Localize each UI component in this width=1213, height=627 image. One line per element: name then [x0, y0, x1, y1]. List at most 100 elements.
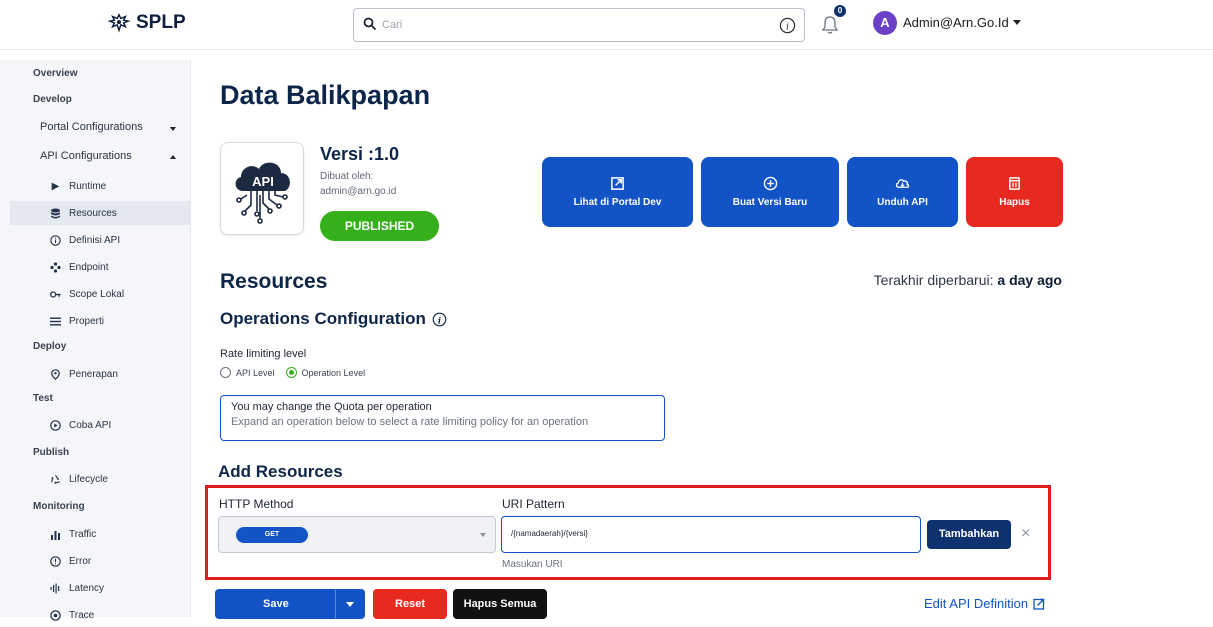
- sidebar-item-coba-api[interactable]: Coba API: [50, 413, 191, 437]
- sidebar-item-label: Definisi API: [69, 234, 121, 246]
- info-icon: [50, 234, 61, 246]
- sidebar-item-label: Runtime: [69, 180, 107, 192]
- uri-pattern-hint: Masukan URI: [502, 559, 563, 570]
- bar-chart-icon: [50, 529, 61, 540]
- svg-text:API: API: [252, 174, 274, 189]
- created-by-label: Dibuat oleh:: [320, 171, 374, 182]
- error-icon: [50, 555, 61, 567]
- new-version-button[interactable]: Buat Versi Baru: [701, 157, 839, 227]
- search-bar[interactable]: i: [353, 8, 805, 42]
- uri-pattern-input[interactable]: [511, 529, 911, 538]
- download-api-button[interactable]: Unduh API: [847, 157, 958, 227]
- sidebar-item-latency[interactable]: Latency: [50, 576, 191, 600]
- recycle-icon: [50, 474, 61, 485]
- page-title: Data Balikpapan: [220, 80, 431, 110]
- quota-info-line1: You may change the Quota per operation: [231, 401, 432, 413]
- api-cloud-icon: API: [235, 162, 290, 224]
- sidebar-item-label: Lifecycle: [69, 473, 108, 485]
- user-name: Admin@Arn.Go.Id: [903, 15, 1009, 30]
- sidebar-item-lifecycle[interactable]: Lifecycle: [50, 467, 191, 491]
- http-method-select[interactable]: GET: [218, 516, 496, 553]
- rate-limiting-radios: API Level Operation Level: [220, 367, 365, 378]
- sidebar-item-scope-lokal[interactable]: Scope Lokal: [50, 282, 191, 306]
- close-icon[interactable]: ×: [1021, 526, 1030, 542]
- status-badge: PUBLISHED: [320, 211, 439, 241]
- http-method-chip: GET: [236, 527, 308, 543]
- sidebar-item-traffic[interactable]: Traffic: [50, 522, 191, 546]
- chevron-down-icon: [1012, 20, 1021, 25]
- logo-text: SPLP: [136, 12, 186, 33]
- chevron-up-icon[interactable]: [170, 155, 176, 159]
- operations-config-title: Operations Configuration i: [220, 309, 447, 329]
- sidebar-item-label: Resources: [69, 207, 117, 219]
- resources-title: Resources: [220, 270, 328, 293]
- external-link-icon: [611, 177, 624, 190]
- cloud-download-icon: [895, 179, 910, 188]
- play-circle-icon: [50, 419, 61, 431]
- radio-operation-level-label: Operation Level: [301, 367, 366, 378]
- edit-api-definition-link[interactable]: Edit API Definition: [924, 596, 1045, 611]
- delete-button[interactable]: Hapus: [966, 157, 1063, 227]
- svg-text:i: i: [438, 315, 441, 325]
- sidebar-section-deploy: Deploy: [33, 341, 67, 352]
- search-input[interactable]: [382, 16, 762, 34]
- uri-pattern-label: URI Pattern: [502, 497, 565, 511]
- sidebar-item-api-configurations[interactable]: API Configurations: [40, 150, 132, 162]
- sidebar-section-develop: Develop: [33, 94, 72, 105]
- user-menu[interactable]: Admin@Arn.Go.Id: [903, 15, 1021, 30]
- sidebar-item-endpoint[interactable]: Endpoint: [50, 255, 191, 279]
- delete-label: Hapus: [999, 197, 1030, 208]
- created-by-value: admin@arn.go.id: [320, 186, 397, 197]
- sidebar-section-test: Test: [33, 393, 53, 404]
- edit-api-definition-label: Edit API Definition: [924, 596, 1029, 611]
- radio-operation-level[interactable]: [285, 367, 297, 378]
- svg-text:i: i: [786, 21, 789, 32]
- http-method-label: HTTP Method: [219, 497, 294, 511]
- chevron-down-icon[interactable]: [170, 127, 176, 131]
- download-api-label: Unduh API: [877, 197, 928, 208]
- radio-api-level[interactable]: [220, 367, 231, 378]
- radio-api-level-label: API Level: [236, 367, 275, 378]
- sidebar-item-error[interactable]: Error: [50, 549, 191, 573]
- info-icon[interactable]: i: [779, 17, 796, 34]
- sidebar-item-runtime[interactable]: ▶ Runtime: [50, 174, 191, 198]
- add-resource-button[interactable]: Tambahkan: [927, 520, 1011, 549]
- garuda-icon: [108, 13, 130, 33]
- save-button[interactable]: Save: [215, 589, 365, 619]
- sidebar-item-overview[interactable]: Overview: [33, 68, 77, 79]
- sidebar-item-label: API Configurations: [40, 150, 132, 162]
- sidebar-item-penerapan[interactable]: Penerapan: [50, 362, 191, 386]
- notification-badge: 0: [834, 5, 846, 17]
- reset-button[interactable]: Reset: [373, 589, 447, 619]
- sidebar-item-definisi-api[interactable]: Definisi API: [50, 228, 191, 252]
- sidebar-item-label: Traffic: [69, 528, 97, 540]
- avatar[interactable]: A: [873, 11, 897, 35]
- new-version-label: Buat Versi Baru: [732, 197, 808, 208]
- sidebar: Overview Develop Portal Configurations A…: [0, 60, 191, 621]
- plus-circle-icon: [763, 176, 777, 191]
- bell-icon[interactable]: [820, 14, 840, 36]
- external-link-icon: [1033, 598, 1045, 610]
- api-version: Versi :1.0: [320, 144, 400, 164]
- sidebar-item-trace[interactable]: Trace: [50, 603, 191, 627]
- api-thumbnail: API: [220, 142, 304, 235]
- logo[interactable]: SPLP: [108, 12, 186, 34]
- sidebar-item-label: Coba API: [69, 419, 112, 431]
- sidebar-item-portal-configurations[interactable]: Portal Configurations: [40, 121, 143, 133]
- key-icon: [50, 289, 61, 300]
- delete-all-button[interactable]: Hapus Semua: [453, 589, 547, 619]
- sidebar-item-resources[interactable]: Resources: [10, 201, 191, 225]
- view-portal-button[interactable]: Lihat di Portal Dev: [542, 157, 693, 227]
- chevron-down-icon[interactable]: [346, 602, 354, 607]
- waveform-icon: [50, 583, 61, 594]
- sidebar-item-label: Endpoint: [69, 261, 109, 273]
- top-header: SPLP i 0 A Admin@Arn.Go.Id: [0, 0, 1213, 50]
- sidebar-item-properti[interactable]: Properti: [50, 309, 191, 333]
- rate-limiting-label: Rate limiting level: [220, 348, 307, 360]
- list-icon: [50, 316, 61, 327]
- info-icon[interactable]: i: [432, 312, 447, 327]
- uri-pattern-field[interactable]: [501, 516, 921, 553]
- save-label: Save: [263, 598, 289, 610]
- sidebar-item-label: Portal Configurations: [40, 121, 143, 133]
- database-icon: [50, 208, 61, 219]
